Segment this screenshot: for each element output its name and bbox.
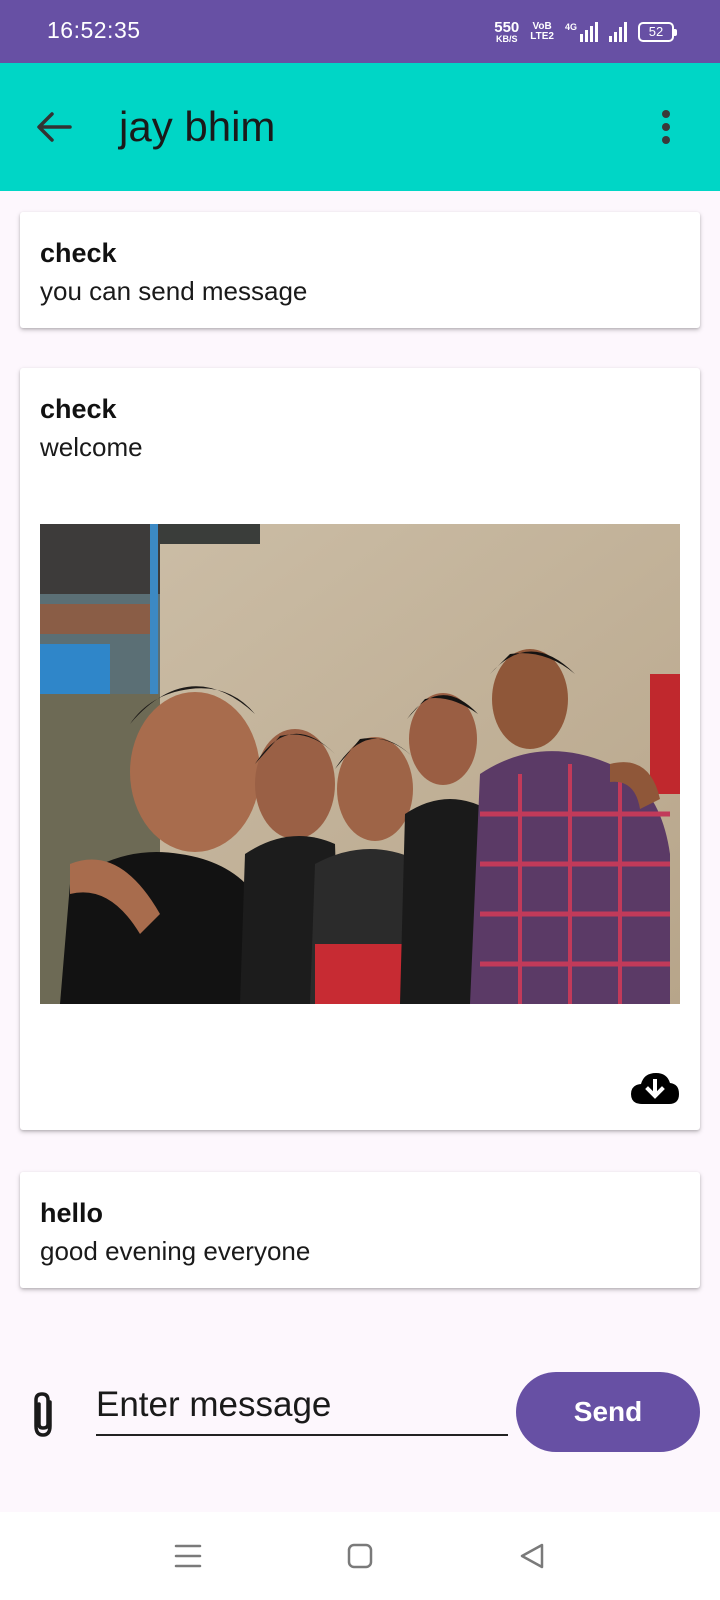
message-sender: hello: [40, 1198, 104, 1228]
signal-label: 4G: [564, 22, 577, 32]
back-triangle-icon: [520, 1543, 544, 1569]
message-text: good evening everyone: [40, 1236, 311, 1266]
message-sender: check: [40, 238, 117, 268]
volte-bottom-label: LTE2: [530, 31, 554, 42]
status-indicators: 550 KB/S VoB LTE2 4G 52: [494, 17, 677, 47]
group-selfie-image: [40, 524, 680, 1004]
status-time: 16:52:35: [47, 17, 141, 43]
paperclip-icon: [34, 1392, 52, 1437]
cloud-download-icon: [631, 1073, 679, 1104]
message-sender: check: [40, 394, 117, 424]
app-bar: jay bhim: [0, 63, 720, 191]
overflow-menu-button[interactable]: [642, 103, 690, 151]
home-square-icon: [347, 1543, 373, 1569]
menu-icon: [174, 1544, 202, 1568]
message-card[interactable]: check you can send message: [20, 212, 700, 328]
message-input[interactable]: [96, 1380, 508, 1436]
system-back-button[interactable]: [510, 1534, 554, 1578]
battery-icon: 52: [638, 22, 677, 42]
home-button[interactable]: [338, 1534, 382, 1578]
network-speed-unit: KB/S: [495, 34, 518, 44]
back-button[interactable]: [30, 103, 78, 151]
message-text: you can send message: [40, 276, 308, 306]
signal-bars-icon: [609, 22, 627, 42]
attach-button[interactable]: [28, 1390, 62, 1440]
status-bar: 16:52:35 550 KB/S VoB LTE2 4G 52: [0, 0, 720, 63]
recent-apps-button[interactable]: [166, 1534, 210, 1578]
signal-4g-icon: 4G: [565, 22, 598, 42]
send-button[interactable]: Send: [516, 1372, 700, 1452]
network-speed-value: 550: [494, 19, 520, 36]
download-button[interactable]: [630, 1070, 680, 1108]
network-speed: 550 KB/S: [494, 20, 519, 44]
message-card[interactable]: hello good evening everyone: [20, 1172, 700, 1288]
arrow-left-icon: [37, 112, 72, 142]
system-nav-bar: [0, 1512, 720, 1600]
volte-indicator: VoB LTE2: [530, 22, 554, 42]
message-text: welcome: [40, 432, 143, 462]
message-composer: Send: [0, 1360, 720, 1460]
more-vertical-icon: [662, 110, 670, 144]
message-photo[interactable]: [40, 524, 680, 1004]
message-card-with-image[interactable]: check welcome: [20, 368, 700, 1130]
chat-title: jay bhim: [119, 103, 276, 150]
